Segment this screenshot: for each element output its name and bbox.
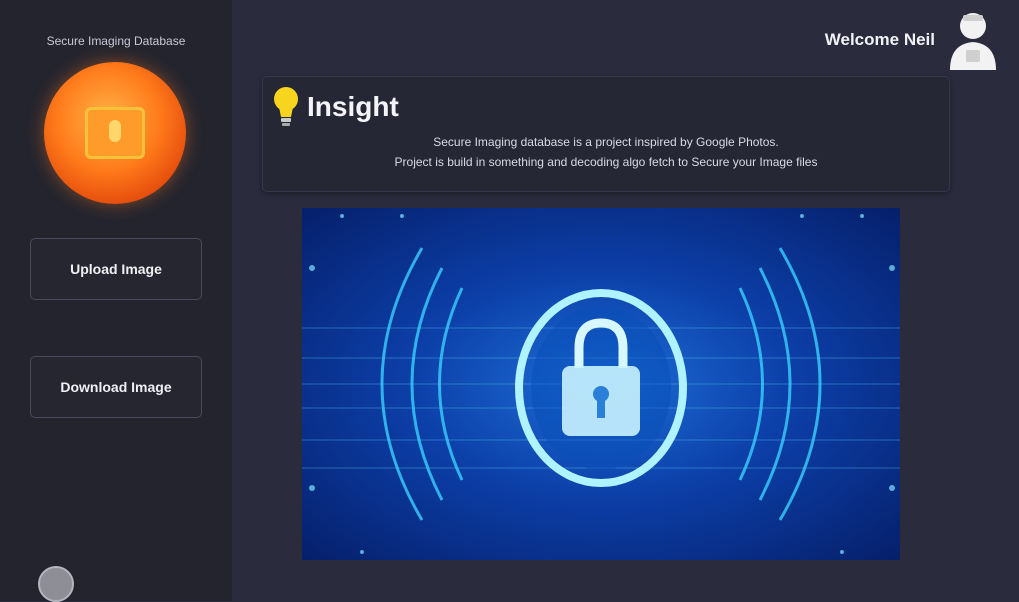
settings-icon[interactable]	[38, 566, 74, 602]
insight-description-line-2: Project is build in something and decodi…	[394, 155, 818, 169]
insight-description-line-1: Secure Imaging database is a project ins…	[433, 135, 779, 149]
upload-image-button[interactable]: Upload Image	[30, 238, 202, 300]
lightbulb-icon	[274, 87, 298, 126]
user-icon[interactable]	[944, 8, 1002, 72]
lock-keyhole	[109, 120, 121, 142]
app-title: Secure Imaging Database	[46, 34, 186, 48]
download-image-button[interactable]: Download Image	[30, 356, 202, 418]
lock-folder-icon	[85, 107, 145, 159]
cyber-security-lock-image	[302, 208, 900, 560]
welcome-text: Welcome Neil	[824, 30, 935, 49]
insight-card: Insight Secure Imaging database is a pro…	[262, 76, 950, 192]
app-logo-icon	[44, 62, 186, 204]
sidebar: Secure Imaging Database Upload Image Dow…	[0, 0, 232, 602]
insight-title: Insight	[307, 91, 399, 122]
